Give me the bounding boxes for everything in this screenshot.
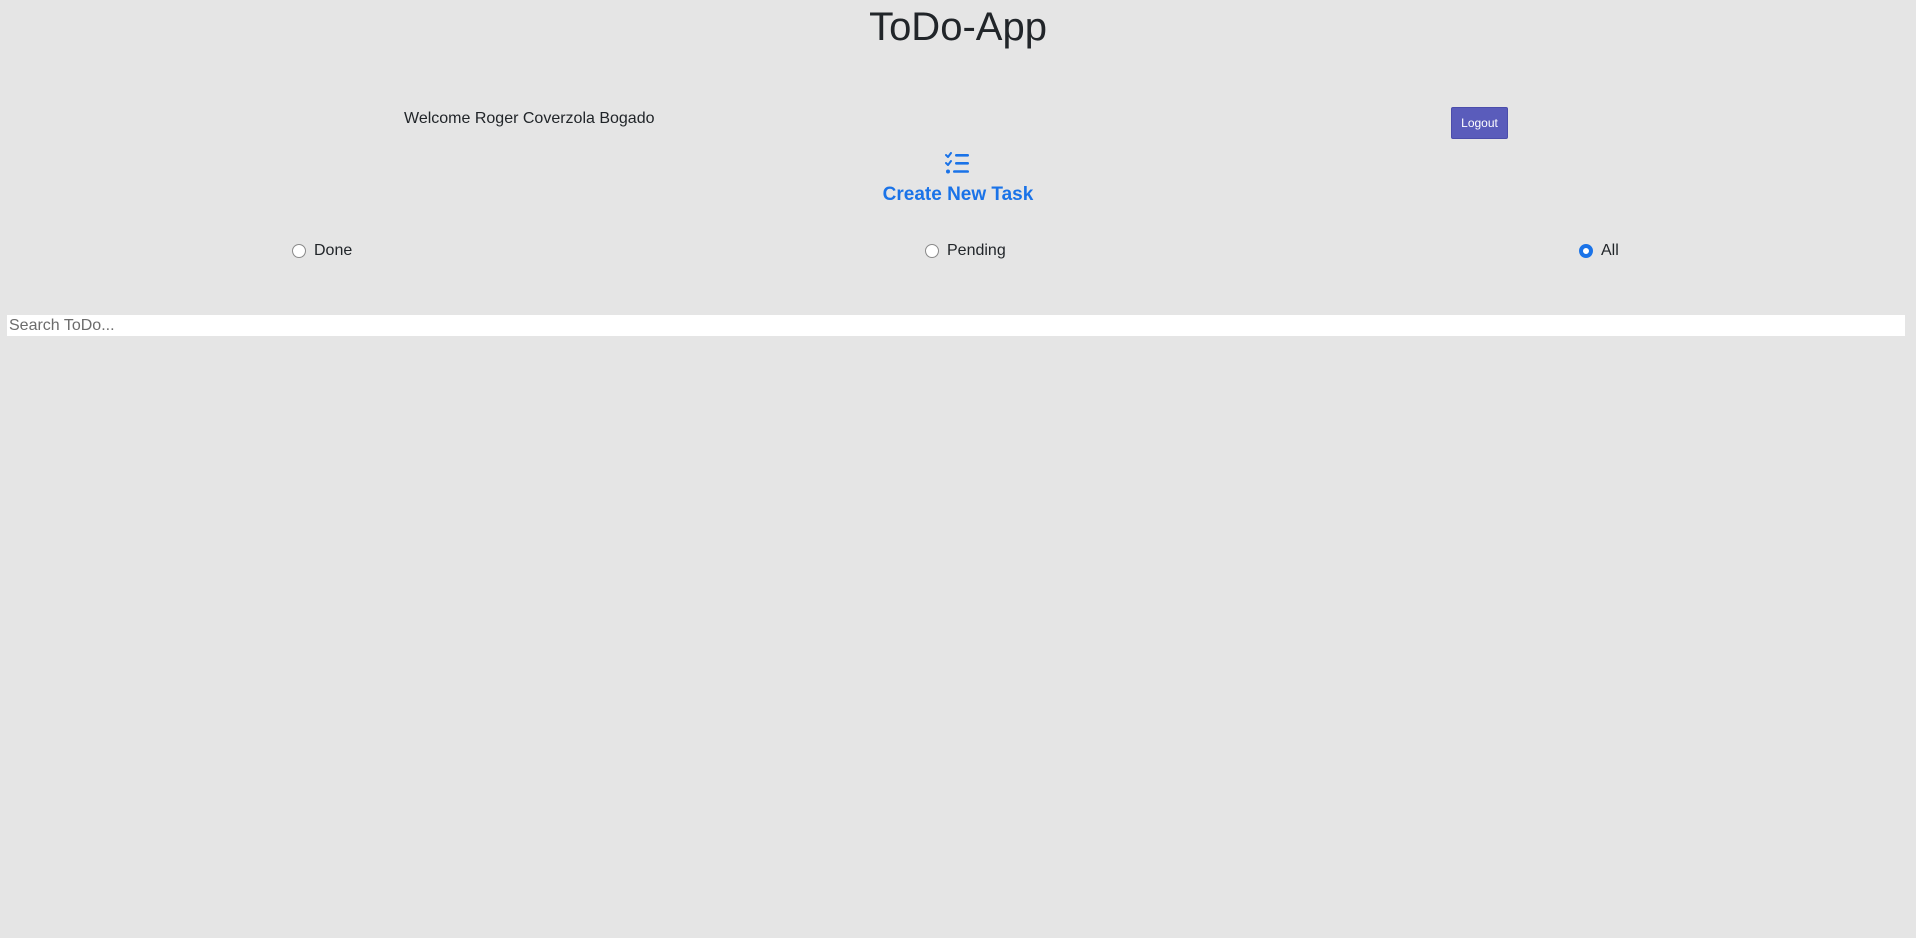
logout-button[interactable]: Logout	[1451, 107, 1508, 139]
create-new-task-label: Create New Task	[882, 184, 1034, 205]
filter-all-label: All	[1601, 242, 1619, 259]
filter-all[interactable]: All	[1579, 241, 1619, 261]
search-input[interactable]	[6, 314, 1906, 337]
welcome-message: Welcome Roger Coverzola Bogado	[404, 110, 655, 127]
filter-pending-label: Pending	[947, 242, 1006, 259]
app-title: ToDo-App	[869, 5, 1047, 49]
checklist-icon	[945, 152, 971, 176]
create-new-task-button[interactable]: Create New Task	[0, 152, 1916, 207]
filter-all-radio[interactable]	[1579, 244, 1593, 258]
filter-done[interactable]: Done	[292, 241, 352, 261]
filter-done-radio[interactable]	[292, 244, 306, 258]
filter-pending[interactable]: Pending	[925, 241, 1006, 261]
filter-done-label: Done	[314, 242, 353, 259]
filter-pending-radio[interactable]	[925, 244, 939, 258]
